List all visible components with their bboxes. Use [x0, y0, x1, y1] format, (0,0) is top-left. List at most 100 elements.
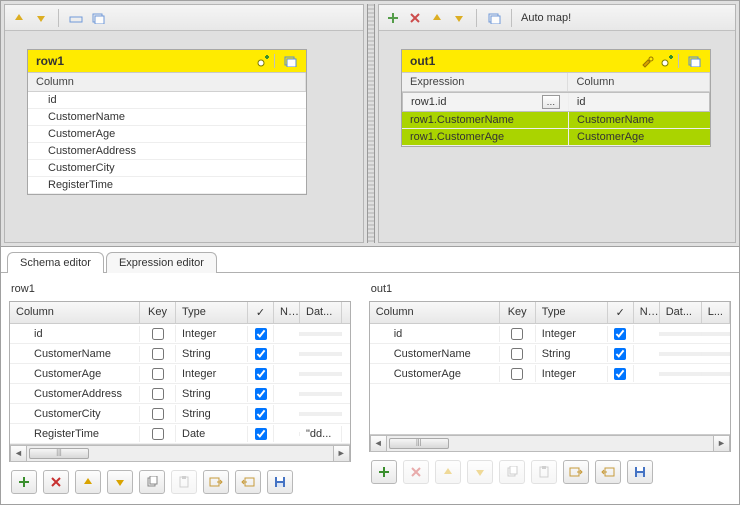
header-checked[interactable]: ✓ [248, 302, 274, 323]
cell-checked[interactable] [248, 405, 274, 421]
schema-row[interactable]: CustomerNameString [370, 344, 730, 364]
cell-column[interactable]: CustomerAge [10, 366, 140, 382]
expression-cell[interactable]: row1.id… [403, 93, 569, 111]
cell-date[interactable] [300, 332, 342, 336]
schema-row[interactable]: CustomerAgeInteger [370, 364, 730, 384]
schema-row[interactable]: idInteger [10, 324, 350, 344]
cell-checked[interactable] [248, 425, 274, 441]
settings-icon[interactable] [639, 53, 655, 69]
nullable-checkbox[interactable] [255, 368, 267, 380]
cell-type[interactable]: String [176, 346, 248, 362]
key-checkbox[interactable] [152, 408, 164, 420]
header-n[interactable]: N... [634, 302, 660, 323]
cell-date[interactable] [660, 332, 702, 336]
tab-expression-editor[interactable]: Expression editor [106, 252, 217, 273]
cell-key[interactable] [500, 365, 536, 381]
cell-date[interactable] [300, 412, 342, 416]
cell-n[interactable] [274, 392, 300, 396]
cell-date[interactable] [660, 352, 702, 356]
cell-key[interactable] [140, 345, 176, 361]
key-checkbox[interactable] [152, 328, 164, 340]
key-checkbox[interactable] [152, 368, 164, 380]
expression-cell[interactable]: row1.CustomerAge [402, 129, 569, 145]
schema-row[interactable]: CustomerAddressString [10, 384, 350, 404]
minimize-icon[interactable] [68, 10, 84, 26]
schema-row[interactable]: CustomerName String [10, 344, 350, 364]
cell-n[interactable] [634, 332, 660, 336]
header-date[interactable]: Dat... [660, 302, 702, 323]
cell-l[interactable] [702, 372, 730, 376]
export-button[interactable] [595, 460, 621, 484]
delete-button[interactable] [43, 470, 69, 494]
automap-button[interactable]: Auto map! [521, 12, 571, 24]
input-column-row[interactable]: RegisterTime [28, 177, 306, 194]
nullable-checkbox[interactable] [255, 428, 267, 440]
key-checkbox[interactable] [511, 348, 523, 360]
column-cell[interactable]: CustomerAge [569, 129, 710, 145]
expression-builder-button[interactable]: … [542, 95, 560, 109]
cell-type[interactable]: Date [176, 426, 248, 442]
cell-type[interactable]: Integer [536, 366, 608, 382]
key-checkbox[interactable] [511, 368, 523, 380]
output-mapping-row[interactable]: row1.CustomerAgeCustomerAge [402, 129, 710, 146]
cell-n[interactable] [274, 352, 300, 356]
nullable-checkbox[interactable] [614, 368, 626, 380]
cell-checked[interactable] [248, 325, 274, 341]
cell-type[interactable]: Integer [176, 366, 248, 382]
cell-l[interactable] [702, 332, 730, 336]
cell-date[interactable] [300, 372, 342, 376]
header-type[interactable]: Type [536, 302, 608, 323]
arrow-down-icon[interactable] [451, 10, 467, 26]
cell-checked[interactable] [608, 345, 634, 361]
cell-checked[interactable] [248, 365, 274, 381]
export-button[interactable] [235, 470, 261, 494]
add-column-icon[interactable] [659, 53, 675, 69]
remove-icon[interactable] [407, 10, 423, 26]
splitter-handle[interactable] [367, 4, 375, 243]
nullable-checkbox[interactable] [255, 408, 267, 420]
move-up-button[interactable] [75, 470, 101, 494]
tab-schema-editor[interactable]: Schema editor [7, 252, 104, 273]
input-column-row[interactable]: id [28, 92, 306, 109]
cell-column[interactable]: id [370, 326, 500, 342]
add-icon[interactable] [385, 10, 401, 26]
cell-column[interactable]: id [10, 326, 140, 342]
header-l[interactable]: L... [702, 302, 730, 323]
cell-key[interactable] [140, 385, 176, 401]
key-checkbox[interactable] [152, 428, 164, 440]
header-key[interactable]: Key [140, 302, 176, 323]
restore-icon[interactable] [90, 10, 106, 26]
cell-column[interactable]: CustomerCity [10, 406, 140, 422]
cell-n[interactable] [274, 372, 300, 376]
cell-type[interactable]: String [536, 346, 608, 362]
cell-key[interactable] [140, 405, 176, 421]
save-button[interactable] [267, 470, 293, 494]
nullable-checkbox[interactable] [255, 348, 267, 360]
cell-n[interactable] [274, 432, 300, 436]
cell-checked[interactable] [248, 385, 274, 401]
input-column-row[interactable]: CustomerName [28, 109, 306, 126]
nullable-checkbox[interactable] [614, 328, 626, 340]
expression-cell[interactable]: row1.CustomerName [402, 112, 569, 128]
nullable-checkbox[interactable] [255, 388, 267, 400]
cell-column[interactable]: CustomerName [10, 346, 140, 362]
cell-key[interactable] [500, 325, 536, 341]
cell-type[interactable]: String [176, 406, 248, 422]
cell-n[interactable] [274, 412, 300, 416]
restore-icon[interactable] [282, 53, 298, 69]
cell-n[interactable] [274, 332, 300, 336]
column-cell[interactable]: CustomerName [569, 112, 710, 128]
arrow-down-icon[interactable] [33, 10, 49, 26]
cell-column[interactable]: CustomerAddress [10, 386, 140, 402]
cell-date[interactable]: "dd... [300, 426, 342, 442]
cell-n[interactable] [634, 372, 660, 376]
cell-date[interactable] [300, 392, 342, 396]
add-button[interactable] [11, 470, 37, 494]
horizontal-scrollbar[interactable]: ◄► [10, 444, 350, 461]
cell-date[interactable] [300, 352, 342, 356]
arrow-up-icon[interactable] [11, 10, 27, 26]
schema-row[interactable]: idInteger [370, 324, 730, 344]
input-column-row[interactable]: CustomerCity [28, 160, 306, 177]
nullable-checkbox[interactable] [255, 328, 267, 340]
header-column[interactable]: Column [370, 302, 500, 323]
